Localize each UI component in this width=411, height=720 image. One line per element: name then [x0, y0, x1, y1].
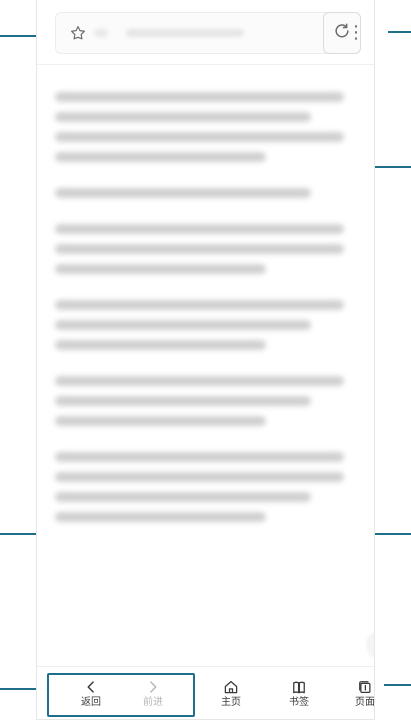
address-text-blurred — [94, 23, 328, 43]
callout-right-pages — [384, 684, 411, 686]
forward-label: 前进 — [143, 697, 163, 708]
pages-button[interactable]: 页面 — [337, 667, 375, 719]
bookmarks-label: 书签 — [289, 697, 309, 708]
back-label: 返回 — [81, 697, 101, 708]
home-icon — [222, 678, 240, 696]
pages-label: 页面 — [355, 697, 375, 708]
tabs-icon — [355, 678, 374, 696]
bottom-toolbar: 返回 前进 主页 书签 页面 — [37, 666, 374, 719]
page-content-blurred — [37, 64, 374, 664]
star-icon[interactable] — [68, 23, 88, 43]
address-bar[interactable] — [55, 12, 345, 54]
chevron-left-icon — [82, 678, 100, 696]
home-button[interactable]: 主页 — [203, 667, 259, 719]
top-bar: ⋮ — [37, 0, 374, 65]
more-vertical-icon[interactable]: ⋮ — [347, 22, 365, 44]
bookmark-icon — [289, 678, 309, 696]
bookmarks-button[interactable]: 书签 — [271, 667, 327, 719]
forward-button[interactable]: 前进 — [125, 667, 181, 719]
home-label: 主页 — [221, 697, 241, 708]
chevron-right-icon — [144, 678, 162, 696]
callout-right-more — [388, 31, 411, 33]
browser-phone: ⋮ 返回 前进 主页 书签 页面 — [36, 0, 375, 720]
back-button[interactable]: 返回 — [63, 667, 119, 719]
